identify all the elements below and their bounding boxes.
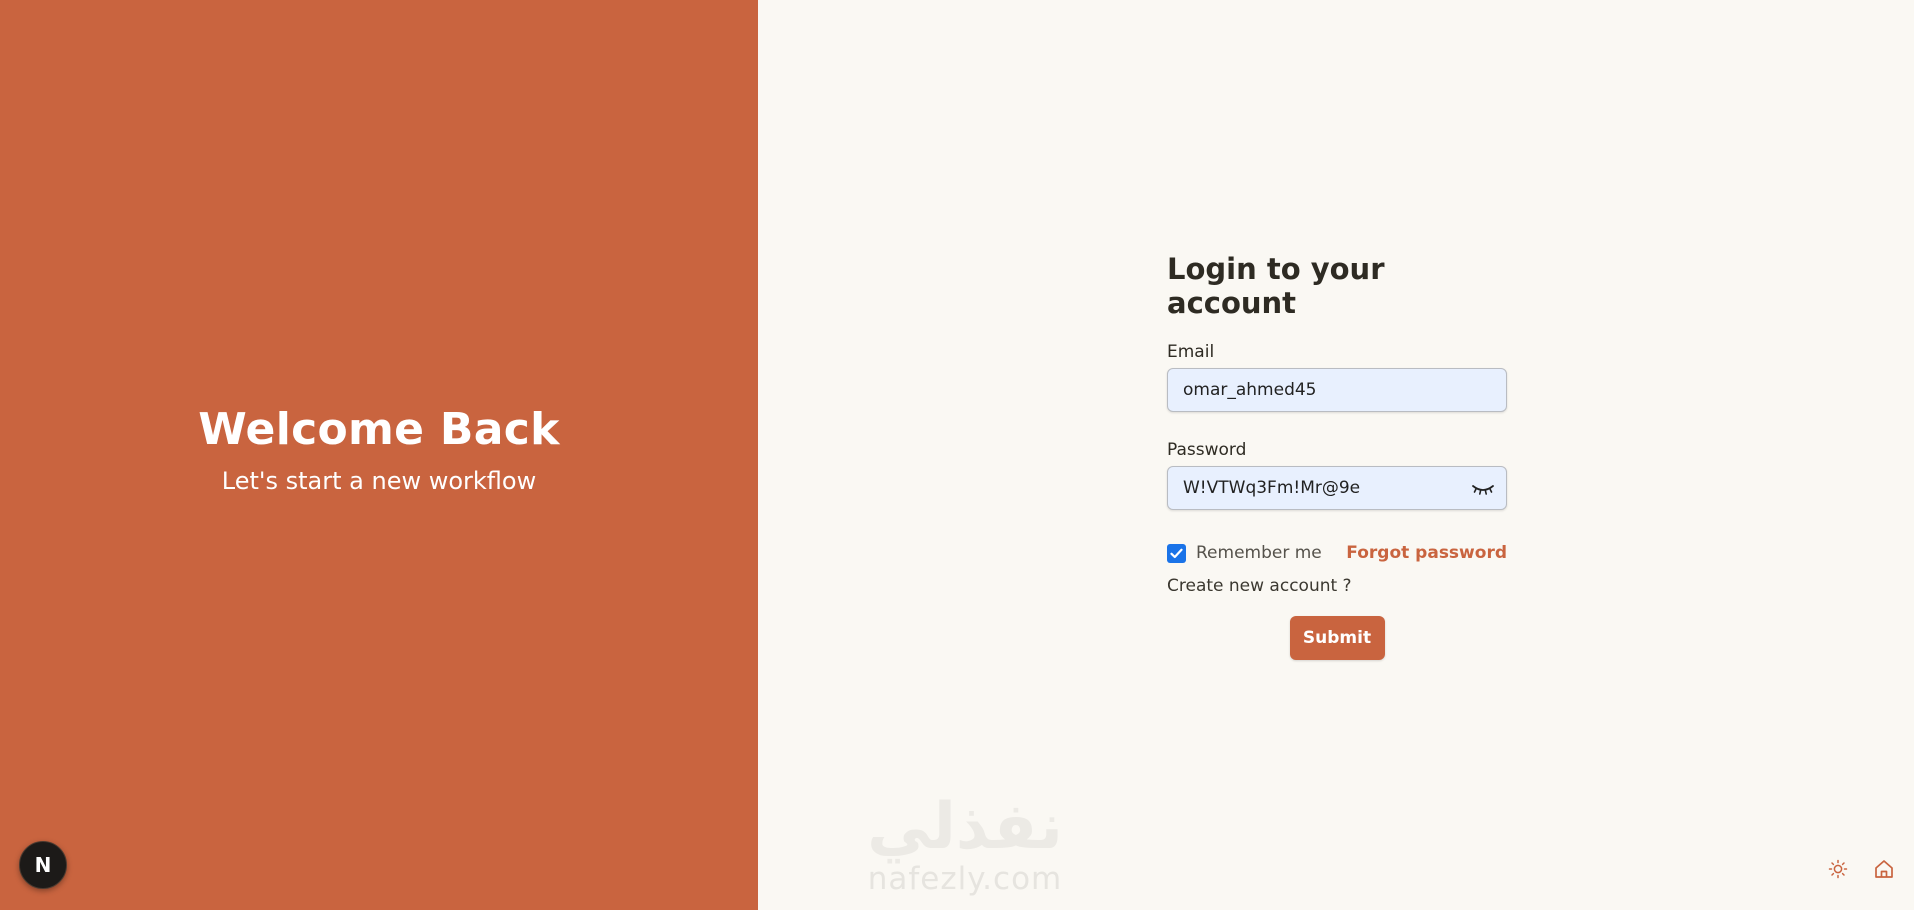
- password-field[interactable]: [1167, 466, 1507, 510]
- welcome-panel: Welcome Back Let's start a new workflow …: [0, 0, 758, 910]
- password-field-wrapper: [1167, 466, 1507, 510]
- login-page: Welcome Back Let's start a new workflow …: [0, 0, 1914, 910]
- password-label: Password: [1167, 440, 1247, 460]
- home-icon[interactable]: [1872, 857, 1896, 881]
- watermark-logo: نفذلي nafezly.com: [850, 792, 1080, 896]
- watermark-arabic: نفذلي: [867, 790, 1063, 864]
- submit-button[interactable]: Submit: [1289, 616, 1385, 660]
- remember-me-label: Remember me: [1196, 543, 1322, 563]
- welcome-block: Welcome Back Let's start a new workflow: [0, 404, 758, 495]
- remember-me-checkbox[interactable]: [1167, 543, 1186, 563]
- watermark-latin: nafezly.com: [867, 861, 1063, 897]
- bottom-toolbar: [1826, 857, 1896, 881]
- login-form: Login to your account Email Password: [1167, 252, 1507, 660]
- form-options-row: Remember me Forgot password: [1167, 542, 1507, 564]
- email-field-wrapper: [1167, 368, 1507, 412]
- form-heading: Login to your account: [1167, 252, 1385, 320]
- email-label: Email: [1167, 342, 1215, 362]
- nextjs-logo-icon: N: [34, 853, 52, 877]
- welcome-title: Welcome Back: [198, 404, 560, 455]
- submit-row: Submit: [1167, 616, 1507, 660]
- checkmark-icon: [1170, 548, 1183, 558]
- sun-icon[interactable]: [1826, 857, 1850, 881]
- form-panel: Login to your account Email Password: [758, 0, 1914, 910]
- forgot-password-link[interactable]: Forgot password: [1346, 543, 1507, 563]
- remember-me: Remember me: [1167, 543, 1322, 563]
- eye-closed-icon[interactable]: [1471, 478, 1495, 498]
- welcome-subtitle: Let's start a new workflow: [221, 467, 537, 495]
- email-field[interactable]: [1167, 368, 1507, 412]
- create-account-link[interactable]: Create new account ?: [1167, 576, 1507, 596]
- nextjs-dev-badge[interactable]: N: [19, 841, 67, 889]
